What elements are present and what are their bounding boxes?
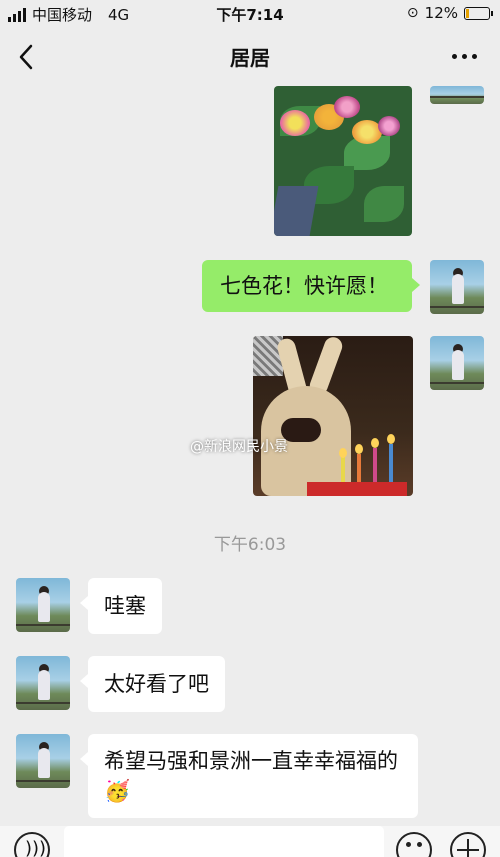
more-button[interactable] <box>448 44 482 68</box>
emoji-icon <box>406 842 411 847</box>
birthday-photo[interactable] <box>253 336 413 496</box>
voice-button[interactable]: ))) <box>14 832 50 857</box>
incoming-message-bubble[interactable]: 希望马强和景洲一直幸幸福福的🥳 <box>80 734 418 818</box>
status-bar: 中国移动 4G 下午7:14 ⊙ 12% <box>0 0 500 28</box>
contact-avatar[interactable] <box>16 734 70 788</box>
my-avatar[interactable] <box>430 86 484 104</box>
plus-icon <box>467 839 469 857</box>
incoming-message-bubble[interactable]: 太好看了吧 <box>80 656 225 712</box>
outgoing-message-bubble[interactable]: 七色花！快许愿！ <box>202 260 420 312</box>
battery-percent: 12% <box>424 4 458 22</box>
outgoing-message-text: 七色花！快许愿！ <box>220 274 388 298</box>
battery-fill <box>466 8 469 18</box>
incoming-message-text: 希望马强和景洲一直幸幸福福的🥳 <box>104 749 398 803</box>
incoming-message-text: 哇塞 <box>104 594 146 618</box>
more-dots-icon <box>452 54 457 59</box>
status-right: ⊙ 12% <box>406 4 493 22</box>
contact-avatar[interactable] <box>16 578 70 632</box>
photo-watermark: @新浪网民小景 <box>190 439 288 455</box>
battery-icon <box>464 6 493 20</box>
message-input[interactable] <box>64 826 384 857</box>
incoming-message-bubble[interactable]: 哇塞 <box>80 578 162 634</box>
voice-icon: ))) <box>25 838 47 857</box>
incoming-message-text: 太好看了吧 <box>104 672 209 696</box>
contact-avatar[interactable] <box>16 656 70 710</box>
nav-bar: 居居 <box>0 28 500 84</box>
my-avatar[interactable] <box>430 260 484 314</box>
emoji-button[interactable] <box>396 832 432 857</box>
input-bar: ))) <box>0 826 500 857</box>
message-timestamp: 下午6:03 <box>213 535 287 555</box>
my-avatar[interactable] <box>430 336 484 390</box>
flower-photo[interactable] <box>274 86 412 236</box>
chat-title: 居居 <box>230 46 270 70</box>
orientation-lock-icon: ⊙ <box>406 5 419 21</box>
plus-button[interactable] <box>450 832 486 857</box>
